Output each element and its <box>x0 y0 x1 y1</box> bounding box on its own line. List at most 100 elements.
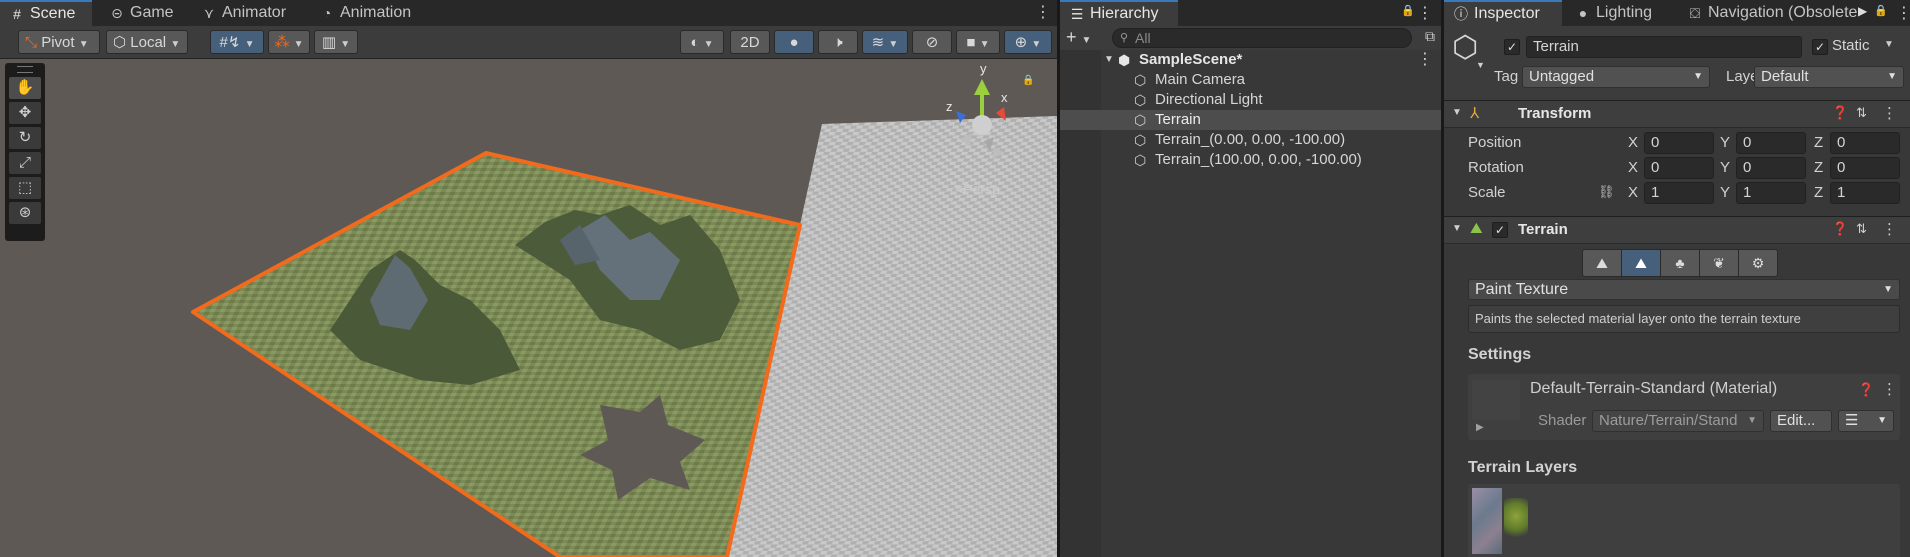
list-item[interactable]: ⬡ Terrain_(0.00, 0.00, -100.00) <box>1060 130 1441 150</box>
more-options-icon[interactable]: ⋮ <box>1035 2 1051 22</box>
tab-inspector[interactable]: ⓘ Inspector <box>1444 0 1562 26</box>
scene-viewport[interactable]: ✋ ✥ ↻ ⤢ ⬚ ⊛ y x z <Persp 🔒 <box>0 59 1057 557</box>
camera-settings-dropdown[interactable]: ■ ▼ <box>956 30 1000 54</box>
presets-icon[interactable]: ⇅ <box>1856 221 1867 237</box>
constrain-proportions-icon[interactable]: ⛓ <box>1598 184 1615 200</box>
gameobject-cube-icon[interactable]: ⬡ <box>1452 30 1478 65</box>
more-options-icon[interactable]: ⋮ <box>1417 3 1433 23</box>
scene-root[interactable]: ▼ ⬢ SampleScene* ⋮ <box>1060 50 1441 70</box>
material-foldout-icon[interactable]: ▶ <box>1476 422 1484 433</box>
lock-icon[interactable]: 🔒 <box>1022 75 1034 86</box>
hand-tool-icon[interactable]: ✋ <box>9 77 41 99</box>
toggle-2d-button[interactable]: 2D <box>730 30 770 54</box>
local-dropdown[interactable]: ⬡ Local ▼ <box>106 30 188 54</box>
static-dropdown-icon[interactable]: ▼ <box>1884 39 1894 50</box>
help-icon[interactable]: ❓ <box>1858 382 1874 398</box>
move-tool-icon[interactable]: ✥ <box>9 102 41 124</box>
pivot-dropdown[interactable]: ⤡ Pivot ▼ <box>18 30 100 54</box>
material-menu-icon[interactable]: ⋮ <box>1882 380 1897 398</box>
static-checkbox[interactable]: ✓ <box>1812 39 1828 55</box>
material-preview-thumbnail[interactable] <box>1472 380 1520 420</box>
audio-toggle-button[interactable]: 🕨 <box>818 30 858 54</box>
axis-x-label[interactable]: X <box>1628 159 1638 176</box>
orientation-gizmo[interactable]: y x z <Persp 🔒 <box>930 61 1034 197</box>
tab-animator[interactable]: ⋎ Animator <box>192 0 302 26</box>
effects-dropdown[interactable]: ≋ ▼ <box>862 30 908 54</box>
scale-tool-icon[interactable]: ⤢ <box>9 152 41 174</box>
axis-z-label[interactable]: Z <box>1814 159 1823 176</box>
more-options-icon[interactable]: ⋮ <box>1896 3 1910 23</box>
component-menu-icon[interactable]: ⋮ <box>1882 104 1897 122</box>
terrain-settings-icon[interactable]: ⚙ <box>1739 250 1777 276</box>
shader-dropdown[interactable]: Nature/Terrain/Stand ▼ <box>1592 410 1764 432</box>
object-name-field[interactable]: Terrain <box>1526 36 1802 58</box>
list-item[interactable]: ⬡ Directional Light <box>1060 90 1441 110</box>
scene-visibility-icon[interactable]: ⧉ <box>1425 28 1435 45</box>
axis-y-label[interactable]: Y <box>1720 159 1730 176</box>
terrain-layer-thumbnail[interactable] <box>1472 488 1502 554</box>
tab-hierarchy[interactable]: ☰ Hierarchy <box>1060 0 1178 26</box>
rotation-x-field[interactable]: 0 <box>1644 157 1714 179</box>
foldout-arrow-icon[interactable]: ▼ <box>1452 107 1462 118</box>
list-item-selected[interactable]: ⬡ Terrain <box>1060 110 1441 130</box>
position-y-field[interactable]: 0 <box>1736 132 1806 154</box>
terrain-header[interactable]: ▼ ⛰ ✓ Terrain ❓ ⇅ ⋮ <box>1444 216 1910 244</box>
tab-navigation[interactable]: ⛋ Navigation (Obsolete <box>1678 0 1884 26</box>
axis-x-label[interactable]: X <box>1628 184 1638 201</box>
hierarchy-search-input[interactable]: ⚲ All <box>1112 28 1412 48</box>
shader-options-dropdown[interactable]: ☰ ▼ <box>1838 410 1894 432</box>
grid-visibility-button[interactable]: ▥ ▼ <box>314 30 358 54</box>
position-x-field[interactable]: 0 <box>1644 132 1714 154</box>
axis-x-label[interactable]: X <box>1628 134 1638 151</box>
transform-header[interactable]: ▼ ⅄ Transform ❓ ⇅ ⋮ <box>1444 100 1910 128</box>
tab-game[interactable]: ⊝ Game <box>100 0 184 26</box>
presets-icon[interactable]: ⇅ <box>1856 105 1867 121</box>
paint-mode-dropdown[interactable]: Paint Texture ▼ <box>1468 279 1900 300</box>
rotation-y-field[interactable]: 0 <box>1736 157 1806 179</box>
tag-dropdown[interactable]: Untagged ▼ <box>1522 66 1710 88</box>
create-dropdown[interactable]: + ▼ <box>1066 27 1091 48</box>
component-menu-icon[interactable]: ⋮ <box>1882 220 1897 238</box>
icon-dropdown-icon[interactable]: ▼ <box>1476 60 1485 70</box>
transform-tool-icon[interactable]: ⊛ <box>9 202 41 224</box>
axis-y-label[interactable]: Y <box>1720 134 1730 151</box>
paint-terrain-icon[interactable]: ⛰ <box>1622 250 1661 276</box>
increment-snap-button[interactable]: ⁂ ▼ <box>268 30 310 54</box>
create-neighbor-icon[interactable]: ⛰ <box>1583 250 1622 276</box>
lock-icon[interactable]: 🔒 <box>1401 4 1415 17</box>
tab-animation[interactable]: ◔ Animation <box>310 0 440 26</box>
rotate-tool-icon[interactable]: ↻ <box>9 127 41 149</box>
position-z-field[interactable]: 0 <box>1830 132 1900 154</box>
tab-scene[interactable]: # Scene <box>0 0 92 26</box>
hidden-objects-button[interactable]: ⊘ <box>912 30 952 54</box>
layer-dropdown[interactable]: Default ▼ <box>1754 66 1904 88</box>
scale-z-field[interactable]: 1 <box>1830 182 1900 204</box>
gizmos-dropdown[interactable]: ⊕ ▼ <box>1004 30 1052 54</box>
persp-label[interactable]: <Persp <box>955 181 1000 197</box>
axis-z-label[interactable]: Z <box>1814 184 1823 201</box>
grid-snap-button[interactable]: #↯ ▼ <box>210 30 264 54</box>
active-checkbox[interactable]: ✓ <box>1504 39 1520 55</box>
tab-scroll-right-icon[interactable]: ▶ <box>1858 4 1867 18</box>
paint-details-icon[interactable]: ❦ <box>1700 250 1739 276</box>
edit-shader-button[interactable]: Edit... <box>1770 410 1832 432</box>
scene-options-icon[interactable]: ⋮ <box>1417 50 1433 70</box>
shading-mode-dropdown[interactable]: ◐ ▼ <box>680 30 724 54</box>
lighting-toggle-button[interactable]: ● <box>774 30 814 54</box>
foldout-arrow-icon[interactable]: ▼ <box>1452 223 1462 234</box>
terrain-enabled-checkbox[interactable]: ✓ <box>1492 222 1508 238</box>
scale-y-field[interactable]: 1 <box>1736 182 1806 204</box>
paint-trees-icon[interactable]: ♣ <box>1661 250 1700 276</box>
help-icon[interactable]: ❓ <box>1832 105 1848 121</box>
lock-icon[interactable]: 🔒 <box>1874 4 1888 17</box>
axis-y-label[interactable]: Y <box>1720 184 1730 201</box>
tab-lighting[interactable]: ● Lighting <box>1566 0 1674 26</box>
help-icon[interactable]: ❓ <box>1832 221 1848 237</box>
rotation-z-field[interactable]: 0 <box>1830 157 1900 179</box>
rect-tool-icon[interactable]: ⬚ <box>9 177 41 199</box>
terrain-layer-thumbnail[interactable] <box>1504 498 1528 544</box>
list-item[interactable]: ⬡ Main Camera <box>1060 70 1441 90</box>
axis-z-label[interactable]: Z <box>1814 134 1823 151</box>
expand-arrow-icon[interactable]: ▼ <box>1104 50 1114 70</box>
scale-x-field[interactable]: 1 <box>1644 182 1714 204</box>
